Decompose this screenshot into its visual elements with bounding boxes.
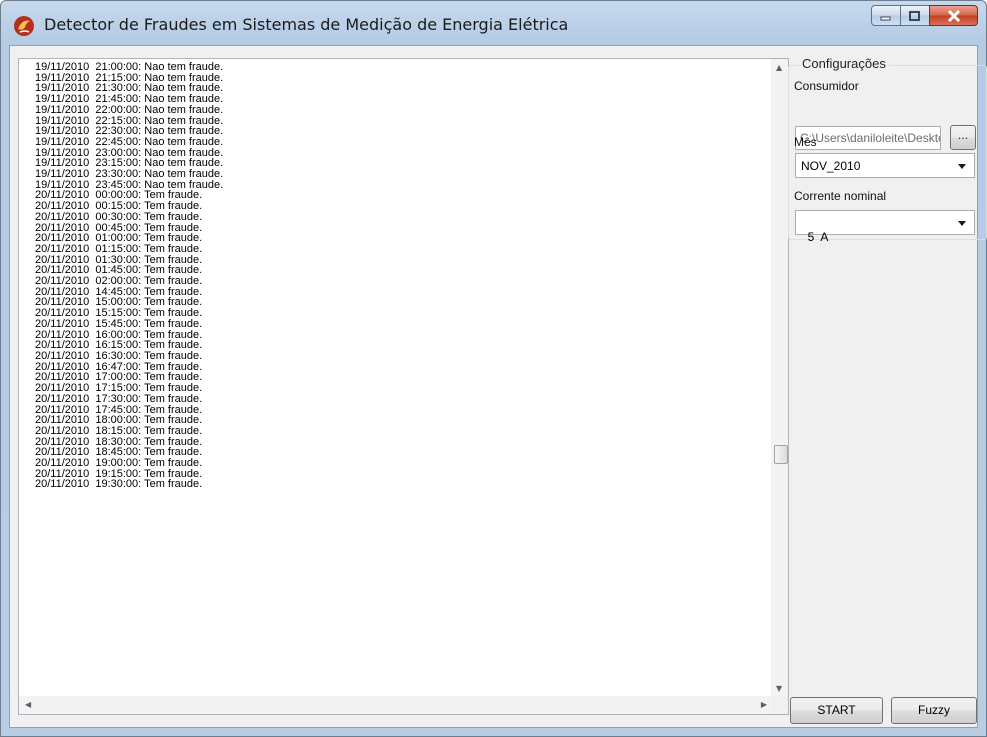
corrente-label: Corrente nominal bbox=[794, 189, 887, 203]
close-button[interactable] bbox=[929, 5, 978, 26]
log-line: 19/11/2010 22:00:00: Nao tem fraude. bbox=[35, 103, 224, 116]
chevron-down-icon bbox=[958, 221, 966, 226]
log-line: 20/11/2010 17:30:00: Tem fraude. bbox=[35, 392, 203, 405]
config-group-title: Configurações bbox=[799, 56, 889, 71]
scroll-down-icon[interactable]: ▼ bbox=[776, 684, 782, 693]
start-button[interactable]: START bbox=[790, 697, 883, 724]
window-controls bbox=[871, 5, 978, 27]
maximize-button[interactable] bbox=[900, 5, 930, 26]
app-logo-icon bbox=[14, 16, 34, 36]
log-output[interactable]: 19/11/2010 21:00:00: Nao tem fraude. 19/1… bbox=[18, 58, 789, 715]
log-lines: 19/11/2010 21:00:00: Nao tem fraude. 19/1… bbox=[35, 62, 755, 694]
mes-select-value: NOV_2010 bbox=[801, 159, 861, 173]
maximize-icon bbox=[909, 10, 920, 21]
minimize-icon bbox=[880, 16, 891, 20]
scroll-right-icon[interactable]: ▶ bbox=[761, 700, 767, 709]
scroll-corner bbox=[771, 696, 788, 714]
close-icon bbox=[947, 9, 960, 22]
minimize-button[interactable] bbox=[871, 5, 901, 26]
log-line: 20/11/2010 19:30:00: Tem fraude. bbox=[35, 478, 203, 491]
chevron-down-icon bbox=[958, 164, 966, 169]
consumidor-label: Consumidor bbox=[794, 79, 859, 93]
fuzzy-button[interactable]: Fuzzy bbox=[891, 697, 977, 724]
horizontal-scrollbar[interactable]: ◀ ▶ bbox=[19, 696, 773, 714]
log-line: 20/11/2010 18:15:00: Tem fraude. bbox=[35, 424, 203, 437]
mes-select[interactable]: NOV_2010 bbox=[795, 153, 975, 178]
title-bar[interactable]: Detector de Fraudes em Sistemas de Mediç… bbox=[1, 1, 986, 45]
window-title: Detector de Fraudes em Sistemas de Mediç… bbox=[44, 15, 569, 34]
browse-button[interactable]: ... bbox=[950, 125, 976, 150]
vertical-scrollbar[interactable]: ▲ ▼ bbox=[771, 59, 788, 697]
consumidor-path-field[interactable]: C:\Users\daniloleite\Desktop bbox=[795, 126, 941, 150]
corrente-select[interactable]: 5 A bbox=[795, 210, 975, 244]
scroll-thumb[interactable] bbox=[774, 445, 788, 464]
corrente-select-value: 5 A bbox=[807, 230, 829, 244]
log-line: 20/11/2010 00:30:00: Tem fraude. bbox=[35, 210, 203, 223]
scroll-up-icon[interactable]: ▲ bbox=[776, 63, 782, 72]
scroll-left-icon[interactable]: ◀ bbox=[25, 700, 31, 709]
log-line: 20/11/2010 15:45:00: Tem fraude. bbox=[35, 317, 203, 330]
mes-label: Mês bbox=[794, 135, 817, 149]
